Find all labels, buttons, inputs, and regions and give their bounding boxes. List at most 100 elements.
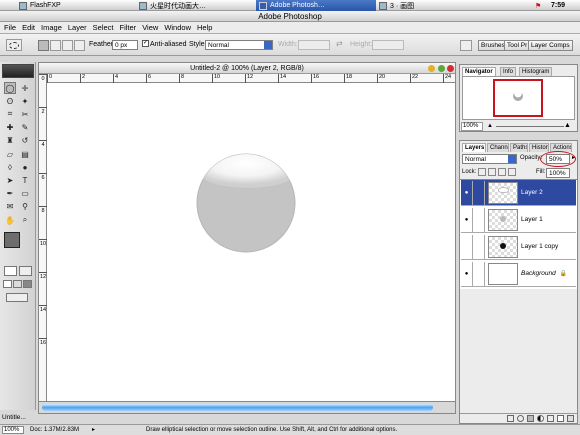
fill-input[interactable]: 100% — [546, 168, 570, 178]
tab-info[interactable]: Info — [500, 67, 517, 76]
tab-history[interactable]: History — [529, 143, 549, 152]
taskbar-item-paint[interactable]: 3 · 画图 — [376, 0, 496, 11]
tab-paths[interactable]: Paths — [510, 143, 528, 152]
feather-input[interactable]: 0 px — [112, 40, 138, 50]
eye-icon[interactable]: ● — [461, 180, 473, 205]
taskbar-item-browser[interactable]: 火星时代动画大… — [136, 0, 256, 11]
new-selection-icon[interactable] — [38, 40, 49, 51]
lasso-icon[interactable]: ʘ — [4, 95, 16, 107]
zoom-out-icon[interactable]: ▲ — [487, 123, 493, 129]
screen-mode-full-icon[interactable] — [23, 280, 32, 288]
type-icon[interactable]: T — [19, 174, 31, 186]
jump-to-imageready-icon[interactable] — [6, 293, 28, 302]
taskbar-item-flashfxp[interactable]: FlashFXP — [16, 0, 136, 11]
add-selection-icon[interactable] — [50, 40, 61, 51]
menu-filter[interactable]: Filter — [120, 23, 137, 32]
menu-help[interactable]: Help — [197, 23, 212, 32]
antialiased-checkbox[interactable]: ✓ — [142, 40, 149, 47]
navigator-preview[interactable] — [462, 76, 575, 120]
eyedropper-icon[interactable]: ⚲ — [19, 201, 31, 213]
lock-pixels-icon[interactable] — [488, 168, 496, 176]
document-titlebar[interactable]: Untitled-2 @ 100% (Layer 2, RGB/8) — [39, 63, 455, 74]
close-icon[interactable] — [447, 65, 454, 72]
adjustment-layer-icon[interactable] — [537, 415, 544, 422]
zoom-icon[interactable]: ⌕ — [19, 214, 31, 226]
brush-link-icon[interactable] — [473, 180, 485, 205]
brush-icon[interactable]: ✎ — [19, 122, 31, 134]
shape-icon[interactable]: ▭ — [19, 188, 31, 200]
minimize-icon[interactable] — [428, 65, 435, 72]
layer-mask-icon[interactable] — [527, 415, 534, 422]
menu-view[interactable]: View — [142, 23, 158, 32]
quick-mask-icon[interactable] — [19, 266, 32, 276]
magic-wand-icon[interactable]: ✦ — [19, 95, 31, 107]
tab-channels[interactable]: Channels — [487, 143, 509, 152]
standard-mode-icon[interactable] — [4, 266, 17, 276]
move-icon[interactable]: ✛ — [19, 82, 31, 94]
status-zoom-input[interactable]: 100% — [2, 426, 24, 434]
tool-preset-picker[interactable] — [6, 39, 22, 51]
marquee-icon[interactable]: ◯ — [4, 82, 16, 94]
tab-layers[interactable]: Layers — [462, 143, 486, 152]
hand-icon[interactable]: ✋ — [4, 214, 16, 226]
apple-menu-icon[interactable] — [0, 0, 16, 11]
style-select[interactable]: Normal — [205, 40, 273, 50]
slice-icon[interactable]: ✂ — [19, 108, 31, 120]
screen-mode-full-menu-icon[interactable] — [13, 280, 22, 288]
intersect-selection-icon[interactable] — [74, 40, 85, 51]
tab-navigator[interactable]: Navigator — [462, 67, 496, 76]
blur-icon[interactable]: ◊ — [4, 161, 16, 173]
status-arrow-icon[interactable]: ▸ — [92, 425, 95, 435]
menu-layer[interactable]: Layer — [68, 23, 87, 32]
zoom-icon[interactable] — [438, 65, 445, 72]
gradient-icon[interactable]: ▤ — [19, 148, 31, 160]
menu-window[interactable]: Window — [164, 23, 191, 32]
clone-stamp-icon[interactable]: ♜ — [4, 135, 16, 147]
palette-well-tool-presets[interactable]: Tool Pr — [504, 40, 531, 51]
navigator-view-box[interactable] — [493, 79, 543, 117]
blend-mode-select[interactable]: Normal — [462, 154, 517, 164]
menu-edit[interactable]: Edit — [22, 23, 35, 32]
layer-row-background[interactable]: ● Background 🔒 — [461, 261, 576, 287]
height-input[interactable] — [372, 40, 404, 50]
navigator-zoom-input[interactable]: 100% — [461, 122, 483, 131]
layer-row-layer-2[interactable]: ● Layer 2 — [461, 180, 576, 206]
new-group-icon[interactable] — [547, 415, 554, 422]
layer-style-icon[interactable] — [517, 415, 524, 422]
eraser-icon[interactable]: ▱ — [4, 148, 16, 160]
flag-icon[interactable]: ⚑ — [532, 0, 544, 11]
brush-link-icon[interactable] — [473, 207, 485, 232]
horizontal-ruler[interactable]: 0 2 4 6 8 10 12 14 16 18 20 22 24 — [47, 74, 455, 83]
brush-link-icon[interactable] — [473, 234, 485, 259]
canvas[interactable] — [48, 84, 455, 401]
menu-file[interactable]: File — [4, 23, 16, 32]
link-layers-icon[interactable] — [507, 415, 514, 422]
history-brush-icon[interactable]: ↺ — [19, 135, 31, 147]
foreground-color-swatch[interactable] — [4, 232, 20, 248]
eye-icon[interactable]: ● — [461, 207, 473, 232]
opacity-slider-arrow-icon[interactable]: ▸ — [572, 154, 575, 161]
subtract-selection-icon[interactable] — [62, 40, 73, 51]
swap-dimensions-icon[interactable]: ⇄ — [336, 39, 343, 48]
scrollbar-thumb[interactable] — [42, 404, 433, 411]
zoom-slider-track[interactable] — [496, 126, 564, 127]
minimized-document[interactable]: Untitle... — [0, 412, 36, 423]
eye-icon[interactable]: ● — [461, 261, 473, 286]
lock-all-icon[interactable] — [508, 168, 516, 176]
lock-transparency-icon[interactable] — [478, 168, 486, 176]
adobe-online-logo[interactable] — [2, 64, 34, 78]
healing-brush-icon[interactable]: ✚ — [4, 122, 16, 134]
layer-row-layer-1[interactable]: ● Layer 1 — [461, 207, 576, 233]
eye-hidden-icon[interactable] — [461, 234, 473, 259]
screen-mode-standard-icon[interactable] — [3, 280, 12, 288]
trash-icon[interactable] — [567, 415, 574, 422]
status-doc-info[interactable]: Doc: 1.37M/2.83M — [30, 425, 79, 435]
dodge-icon[interactable]: ● — [19, 161, 31, 173]
taskbar-item-photoshop[interactable]: Adobe Photosh… — [256, 0, 376, 11]
new-layer-icon[interactable] — [557, 415, 564, 422]
notes-icon[interactable]: ✉ — [4, 201, 16, 213]
file-browser-icon[interactable] — [460, 40, 472, 51]
crop-icon[interactable]: ⌗ — [4, 108, 16, 120]
brush-link-icon[interactable] — [473, 261, 485, 286]
layer-row-layer-1-copy[interactable]: Layer 1 copy — [461, 234, 576, 260]
